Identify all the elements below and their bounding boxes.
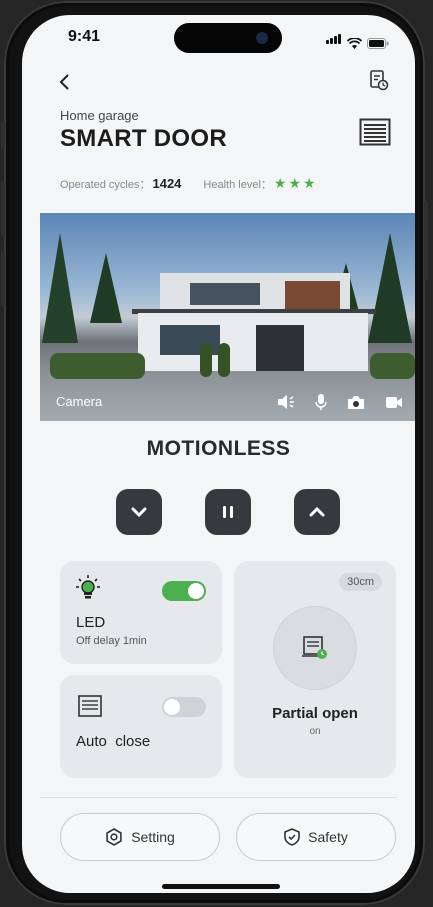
document-clock-icon (370, 70, 389, 91)
log-button[interactable] (369, 69, 389, 96)
chevron-up-icon (309, 506, 325, 517)
status-time: 9:41 (68, 28, 101, 45)
status-icons (326, 31, 389, 49)
star-icon: ★ (288, 175, 302, 191)
auto-close-label: Auto close (76, 733, 151, 750)
tree-graphic (42, 233, 78, 343)
garage-timer-icon (302, 636, 327, 659)
door-icon (359, 118, 391, 151)
snapshot-icon[interactable] (347, 395, 365, 410)
home-indicator[interactable] (162, 884, 280, 889)
down-button[interactable] (116, 489, 162, 535)
hedge-graphic (218, 343, 230, 377)
back-button[interactable] (58, 70, 72, 98)
camera-feed[interactable]: Camera (40, 213, 415, 421)
chevron-down-icon (131, 507, 147, 518)
star-icon: ★ (273, 175, 287, 191)
volume-icon[interactable] (277, 394, 295, 410)
tree-graphic (368, 233, 412, 343)
garage-door-icon (78, 695, 102, 717)
pause-icon (223, 506, 233, 518)
house-window (190, 283, 260, 305)
hedge-graphic (370, 353, 415, 379)
lightbulb-icon (76, 575, 100, 599)
camera-controls (277, 393, 403, 411)
tree-graphic (90, 253, 122, 323)
volume-up-button (1, 181, 5, 236)
wifi-icon (347, 38, 362, 49)
led-delay: Off delay 1min (76, 635, 147, 647)
divider (40, 797, 397, 798)
chevron-left-icon (59, 74, 69, 90)
door-state: MOTIONLESS (146, 437, 291, 460)
distance-chip: 30cm (339, 573, 382, 591)
dynamic-island (174, 23, 282, 53)
setting-button[interactable]: Setting (60, 813, 220, 861)
volume-down-button (1, 251, 5, 306)
hedge-graphic (50, 353, 145, 379)
hedge-graphic (200, 343, 212, 377)
health-label: Health level： (203, 178, 272, 191)
camera-label: Camera (56, 394, 103, 409)
app-screen: 9:41 Home garage SMART DOOR Operated cyc… (22, 15, 415, 893)
partial-open-card[interactable]: 30cm Partial open on (234, 561, 396, 778)
power-button (424, 201, 428, 281)
cycles-value: 1424 (152, 176, 182, 191)
mute-switch (1, 121, 5, 149)
auto-close-toggle[interactable] (162, 697, 206, 717)
up-button[interactable] (294, 489, 340, 535)
led-label: LED (76, 614, 106, 631)
shield-icon (284, 828, 300, 846)
safety-button[interactable]: Safety (236, 813, 396, 861)
star-icon: ★ (303, 175, 316, 191)
location-subtitle: Home garage (60, 108, 139, 123)
partial-open-title: Partial open (272, 705, 358, 722)
auto-close-card[interactable]: Auto close (60, 675, 222, 778)
partial-open-button[interactable] (274, 607, 356, 689)
page-title: SMART DOOR (60, 125, 227, 152)
microphone-icon[interactable] (315, 393, 327, 411)
signal-icon (326, 31, 342, 49)
safety-label: Safety (308, 829, 348, 845)
garage-door-graphic (256, 325, 304, 371)
led-card[interactable]: LED Off delay 1min (60, 561, 222, 664)
pause-button[interactable] (205, 489, 251, 535)
phone-frame: 9:41 Home garage SMART DOOR Operated cyc… (1, 1, 428, 905)
partial-open-status: on (309, 726, 321, 737)
gear-icon (106, 828, 122, 846)
setting-label: Setting (131, 829, 175, 845)
battery-icon (367, 38, 389, 49)
cycles-label: Operated cycles： (60, 178, 151, 191)
led-toggle[interactable] (162, 581, 206, 601)
record-icon[interactable] (385, 396, 403, 409)
stats-row: Operated cycles： 1424 Health level： ★ ★ … (60, 175, 316, 192)
